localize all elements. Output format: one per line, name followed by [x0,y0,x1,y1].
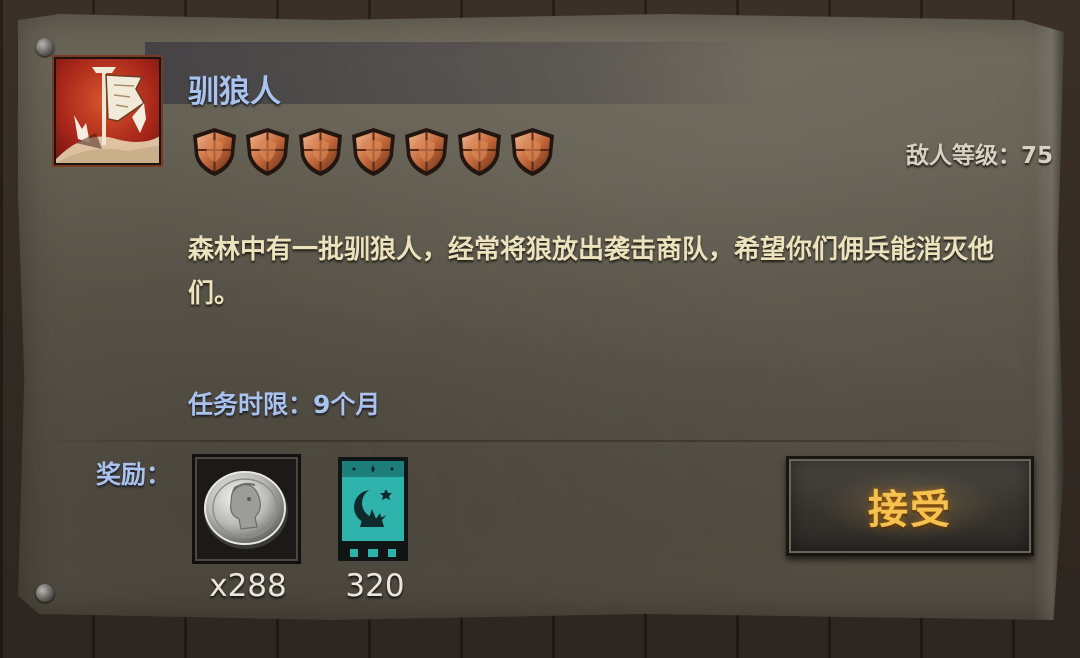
reward-count-coin: x288 [209,568,287,604]
difficulty-shield-icon [508,126,557,178]
reward-item-coin[interactable] [192,454,301,564]
difficulty-badges [190,126,557,178]
reward-item-banner[interactable] [338,457,408,561]
difficulty-shield-icon [402,126,451,178]
rewards-label: 奖励： [96,460,172,489]
rivet [36,38,54,56]
quest-description: 森林中有一批驯狼人，经常将狼放出袭击商队，希望你们佣兵能消灭他们。 [188,235,995,309]
time-limit: 任务时限：9个月 [188,390,381,419]
rivet [36,584,54,602]
difficulty-shield-icon [296,126,345,178]
reward-count-banner: 320 [345,568,405,604]
accept-button[interactable]: 接受 [786,456,1034,556]
difficulty-shield-icon [190,126,239,178]
wolf-tamer-banner-icon [54,57,161,165]
divider [30,440,1030,442]
difficulty-shield-icon [455,126,504,178]
quest-title: 驯狼人 [188,74,281,110]
faction-banner-icon [338,457,408,561]
paper-curl [1034,14,1064,620]
silver-coin-icon [204,471,288,549]
accept-label: 接受 [868,487,952,533]
difficulty-shield-icon [243,126,292,178]
enemy-level: 敌人等级：75 [905,143,1053,169]
difficulty-shield-icon [349,126,398,178]
